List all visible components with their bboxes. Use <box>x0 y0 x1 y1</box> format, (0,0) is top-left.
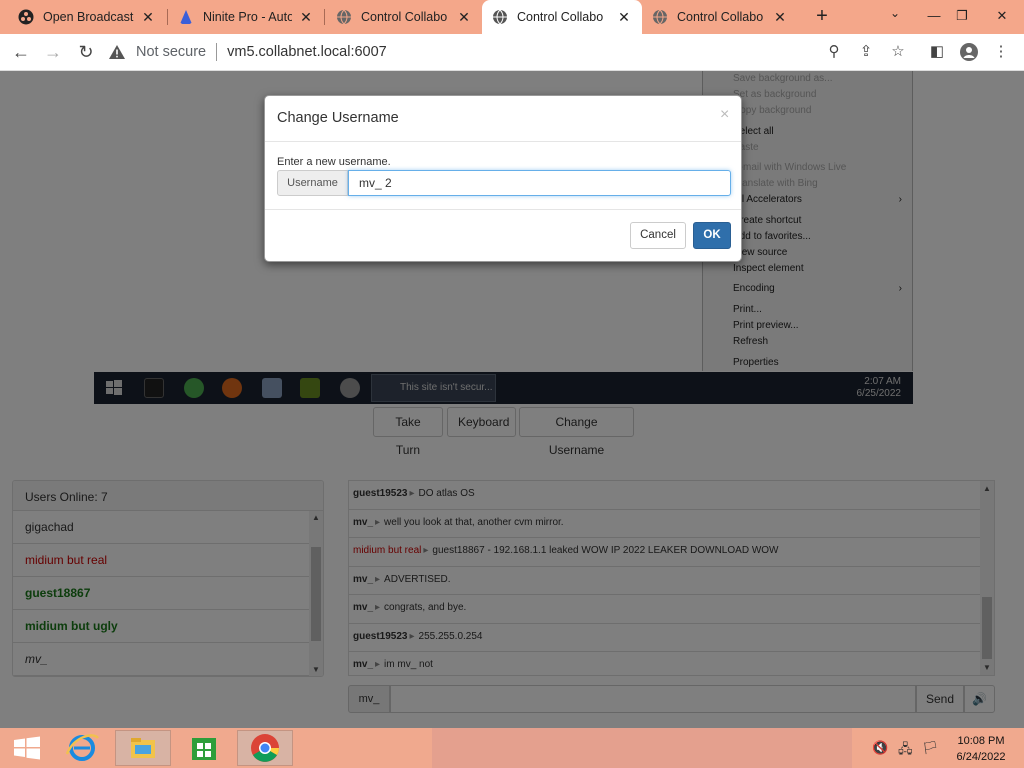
new-tab-button[interactable]: + <box>810 4 834 28</box>
close-icon[interactable]: ✕ <box>298 9 314 26</box>
ok-button[interactable]: OK <box>693 222 731 249</box>
window-close-icon[interactable]: ✕ <box>980 0 1024 34</box>
forward-arrow-icon[interactable]: → <box>40 39 66 65</box>
url-text[interactable]: vm5.collabnet.local:6007 <box>227 44 387 60</box>
browser-toolbar: ← → ↻ Not secure vm5.collabnet.local:600… <box>0 34 1024 71</box>
warning-triangle-icon <box>109 45 125 59</box>
tab-title: Control Collabo <box>517 10 604 24</box>
close-icon[interactable]: ✕ <box>456 9 472 26</box>
chrome-icon[interactable] <box>237 730 293 766</box>
obs-icon <box>18 9 34 25</box>
modal-prompt: Enter a new username. <box>277 156 391 168</box>
not-secure-label[interactable]: Not secure <box>136 44 206 60</box>
reload-icon[interactable]: ↻ <box>73 39 99 65</box>
display-icon[interactable]: 🖧 <box>898 740 913 762</box>
action-center-icon[interactable]: 🏳 <box>922 740 939 756</box>
windows-clock[interactable]: 10:08 PM 6/24/2022 <box>948 733 1014 765</box>
change-username-dialog: Change Username × Enter a new username. … <box>264 95 742 262</box>
tab-obs[interactable]: Open Broadcaste ✕ <box>8 0 166 34</box>
tab-title: Ninite Pro - Auto <box>203 10 292 24</box>
modal-body: Enter a new username. Username <box>265 142 741 210</box>
cancel-button[interactable]: Cancel <box>630 222 686 249</box>
tab-title: Control Collabo <box>361 10 448 24</box>
globe-icon <box>653 9 667 25</box>
tab-title: Control Collabo <box>677 10 764 24</box>
store-icon[interactable] <box>176 730 232 766</box>
ninite-icon <box>180 10 192 24</box>
tab-control-collab-active[interactable]: Control Collabo ✕ <box>482 0 642 34</box>
username-addon-label: Username <box>277 170 348 196</box>
side-panel-icon[interactable]: ◧ <box>926 41 948 63</box>
tab-strip: Open Broadcaste ✕ Ninite Pro - Auto ✕ Co… <box>0 0 1024 34</box>
tab-control-collab-1[interactable]: Control Collabo ✕ <box>326 0 482 34</box>
omnibox-divider <box>216 43 218 61</box>
network-icon[interactable]: 🔇 <box>872 740 888 756</box>
close-icon[interactable]: ✕ <box>140 9 156 26</box>
bookmark-star-icon[interactable]: ☆ <box>887 41 909 63</box>
taskbar-wallpaper-preview <box>432 728 852 768</box>
close-icon[interactable]: ✕ <box>616 9 632 26</box>
modal-footer: Cancel OK <box>265 210 741 262</box>
globe-icon <box>493 9 507 25</box>
share-icon[interactable]: ⇪ <box>855 41 877 63</box>
zoom-icon[interactable]: ⚲ <box>823 41 845 63</box>
internet-explorer-icon[interactable] <box>54 730 110 766</box>
modal-header: Change Username <box>265 96 741 142</box>
profile-avatar-icon[interactable] <box>958 41 980 63</box>
tab-control-collab-3[interactable]: Control Collabo ✕ <box>642 0 798 34</box>
tab-ninite[interactable]: Ninite Pro - Auto ✕ <box>168 0 324 34</box>
windows-taskbar: 🔇 🖧 🏳 10:08 PM 6/24/2022 <box>0 728 1024 768</box>
globe-icon <box>337 9 351 25</box>
more-menu-icon[interactable]: ⋮ <box>990 41 1012 63</box>
close-icon[interactable]: ✕ <box>772 9 788 26</box>
username-input-group: Username <box>277 170 731 196</box>
modal-title: Change Username <box>277 110 399 126</box>
clock-date: 6/24/2022 <box>956 751 1006 763</box>
tab-search-chevron-icon[interactable]: ⌄ <box>890 6 900 20</box>
back-arrow-icon[interactable]: ← <box>8 39 34 65</box>
tab-title: Open Broadcaste <box>43 10 134 24</box>
tab-separator <box>324 9 325 25</box>
restore-icon[interactable]: ❐ <box>940 0 984 34</box>
clock-time: 10:08 PM <box>957 735 1005 747</box>
close-icon[interactable]: × <box>720 106 729 124</box>
file-explorer-icon[interactable] <box>115 730 171 766</box>
windows-start-icon[interactable] <box>0 730 56 766</box>
address-bar[interactable]: Not secure vm5.collabnet.local:6007 <box>108 37 908 67</box>
username-input[interactable] <box>348 170 731 196</box>
